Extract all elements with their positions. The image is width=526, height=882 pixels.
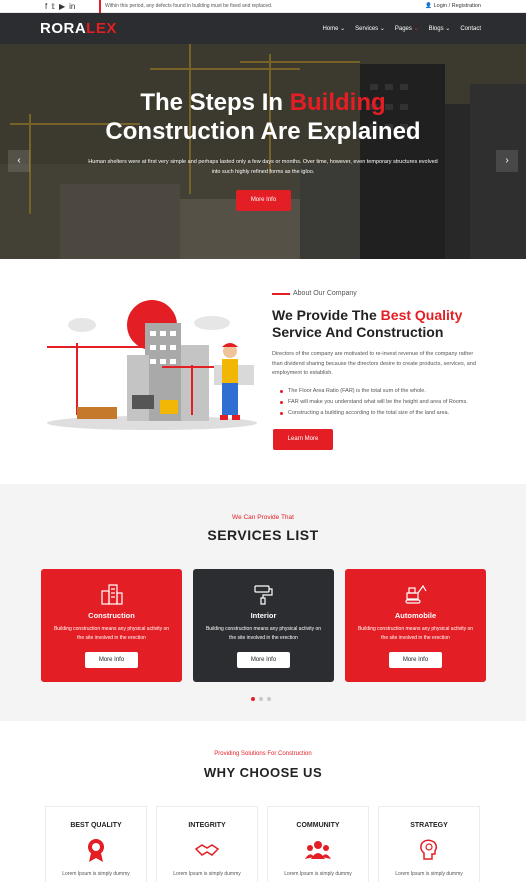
- hero-slider: The Steps In Building Construction Are E…: [0, 44, 526, 259]
- service-card-interior: Interior Building construction means any…: [193, 569, 334, 682]
- service-more-info-button[interactable]: More Info: [237, 652, 290, 668]
- service-card-title: Construction: [88, 611, 135, 620]
- why-card-text: Lorem Ipsum is simply dummy: [62, 871, 130, 877]
- service-card-title: Interior: [250, 611, 277, 620]
- list-item: The Floor Area Ratio (FAR) is the total …: [280, 386, 490, 397]
- list-item: FAR will make you understand what will b…: [280, 397, 490, 408]
- nav-item-contact[interactable]: Contact: [460, 26, 481, 32]
- services-kicker: We Can Provide That: [232, 514, 294, 521]
- logo-accent: LEX: [86, 20, 117, 37]
- why-card-best-quality: BEST QUALITY Lorem Ipsum is simply dummy: [45, 806, 147, 882]
- about-title: We Provide The Best Quality Service And …: [272, 307, 463, 340]
- nav-item-services[interactable]: Services ⌄: [355, 25, 385, 32]
- service-card-text: Building construction means any physical…: [357, 626, 474, 641]
- paint-roller-icon: [254, 585, 273, 605]
- why-card-title: COMMUNITY: [296, 822, 340, 829]
- award-icon: [88, 839, 104, 862]
- hero-prev-arrow[interactable]: ‹: [8, 150, 30, 172]
- nav-item-pages[interactable]: Pages ⌄: [395, 25, 419, 32]
- service-card-title: Automobile: [394, 611, 437, 620]
- hero-subtitle: Human shelters were at first very simple…: [88, 159, 438, 175]
- kicker-line: [272, 292, 290, 295]
- service-more-info-button[interactable]: More Info: [389, 652, 442, 668]
- about-kicker: About Our Company: [272, 290, 357, 297]
- handshake-icon: [194, 844, 220, 856]
- nav-item-home[interactable]: Home ⌄: [322, 25, 345, 32]
- hero-next-arrow[interactable]: ›: [496, 150, 518, 172]
- why-card-text: Lorem Ipsum is simply dummy: [395, 871, 463, 877]
- list-item: Constructing a building according to the…: [280, 408, 490, 419]
- services-title: SERVICES LIST: [207, 527, 319, 543]
- why-card-strategy: STRATEGY Lorem Ipsum is simply dummy: [378, 806, 480, 882]
- service-card-automobile: Automobile Building construction means a…: [345, 569, 486, 682]
- main-nav: RORALEX Home ⌄ Services ⌄ Pages ⌄ Blogs …: [0, 13, 526, 44]
- excavator-icon: [405, 584, 427, 604]
- hero-title-line-1: The Steps In Building: [140, 89, 386, 116]
- site-logo[interactable]: RORALEX: [40, 20, 117, 37]
- login-link[interactable]: 👤 Login / Registration: [425, 0, 481, 13]
- youtube-icon[interactable]: ▶: [59, 2, 65, 11]
- about-bullets: The Floor Area Ratio (FAR) is the total …: [280, 386, 490, 419]
- linkedin-icon[interactable]: in: [69, 2, 75, 11]
- service-card-construction: Construction Building construction means…: [41, 569, 182, 682]
- why-title: WHY CHOOSE US: [203, 765, 323, 780]
- construction-illustration: [47, 300, 257, 430]
- user-icon: 👤: [425, 3, 433, 9]
- facebook-icon[interactable]: f: [45, 2, 47, 11]
- service-card-text: Building construction means any physical…: [205, 626, 322, 641]
- service-card-text: Building construction means any physical…: [53, 626, 170, 641]
- carousel-dot[interactable]: [259, 697, 263, 701]
- why-card-text: Lorem Ipsum is simply dummy: [284, 871, 352, 877]
- why-card-title: BEST QUALITY: [70, 822, 122, 829]
- carousel-dot[interactable]: [267, 697, 271, 701]
- nav-item-blogs[interactable]: Blogs ⌄: [429, 25, 451, 32]
- why-card-title: INTEGRITY: [188, 822, 226, 829]
- nav-menu: Home ⌄ Services ⌄ Pages ⌄ Blogs ⌄ Contac…: [322, 13, 481, 44]
- buildings-icon: [101, 584, 123, 605]
- logo-main: RORA: [40, 20, 87, 37]
- learn-more-button[interactable]: Learn More: [273, 429, 333, 450]
- why-card-title: STRATEGY: [410, 822, 448, 829]
- carousel-dot[interactable]: [251, 697, 255, 701]
- carousel-dots: [251, 697, 271, 701]
- top-bar: f 𝕥 ▶ in Within this period, any defects…: [0, 0, 526, 13]
- strategy-icon: [420, 839, 438, 860]
- why-card-community: COMMUNITY Lorem Ipsum is simply dummy: [267, 806, 369, 882]
- hero-title-line-2: Construction Are Explained: [105, 118, 421, 145]
- twitter-icon[interactable]: 𝕥: [51, 2, 55, 11]
- login-label: Login / Registration: [433, 3, 481, 9]
- why-card-integrity: INTEGRITY Lorem Ipsum is simply dummy: [156, 806, 258, 882]
- top-notice: Within this period, any defects found in…: [99, 0, 272, 13]
- service-more-info-button[interactable]: More Info: [85, 652, 138, 668]
- about-description: Directors of the company are motivated t…: [272, 351, 476, 376]
- why-kicker: Providing Solutions For Construction: [214, 751, 312, 757]
- community-icon: [305, 841, 331, 859]
- hero-more-info-button[interactable]: More Info: [236, 190, 291, 211]
- hero-overlay: [0, 44, 526, 259]
- social-links: f 𝕥 ▶ in: [45, 2, 75, 11]
- why-card-text: Lorem Ipsum is simply dummy: [173, 871, 241, 877]
